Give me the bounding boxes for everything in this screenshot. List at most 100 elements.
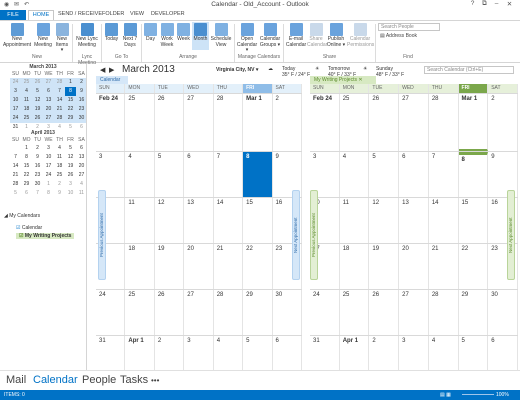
tab-writing-projects[interactable]: My Writing Projects ✕ — [310, 76, 376, 84]
day-cell[interactable]: 22 — [243, 244, 273, 289]
nav-people[interactable]: People — [82, 374, 116, 386]
day-cell[interactable]: 11 — [340, 198, 370, 243]
previous-appointment-tab[interactable]: Previous Appointment — [310, 190, 318, 280]
day-cell[interactable]: 21 — [214, 244, 244, 289]
mini-day[interactable]: 10 — [10, 96, 21, 105]
day-cell[interactable]: 14 — [214, 198, 244, 243]
my-calendars-group[interactable]: ◢ My Calendars — [4, 213, 40, 219]
mini-day[interactable]: 26 — [32, 114, 43, 123]
day-cell[interactable]: 20 — [184, 244, 214, 289]
day-cell[interactable]: 26 — [369, 94, 400, 151]
mini-day[interactable]: 14 — [54, 96, 65, 105]
mini-day[interactable]: 11 — [54, 153, 65, 162]
day-cell[interactable]: 8 — [458, 152, 489, 197]
mini-day[interactable]: 21 — [10, 171, 21, 180]
mini-day[interactable]: 6 — [21, 189, 32, 198]
day-cell[interactable]: 4 — [340, 152, 370, 197]
day-cell[interactable]: 5 — [155, 152, 185, 197]
previous-appointment-tab[interactable]: Previous Appointment — [98, 190, 106, 280]
day-cell[interactable]: 27 — [184, 290, 214, 335]
mini-day[interactable]: 9 — [54, 189, 65, 198]
day-cell[interactable]: 24 — [96, 290, 126, 335]
close-icon[interactable]: ✕ — [503, 0, 516, 9]
mini-day[interactable]: 8 — [43, 189, 54, 198]
mini-day[interactable]: 7 — [10, 153, 21, 162]
search-calendar-input[interactable]: Search Calendar (Ctrl+E) — [424, 66, 514, 74]
day-cell[interactable]: Mar 1 — [458, 94, 489, 151]
address-book-button[interactable]: ▤ Address Book — [380, 33, 417, 39]
day-cell[interactable]: 13 — [399, 198, 429, 243]
day-cell[interactable]: 12 — [369, 198, 400, 243]
mini-day[interactable]: 1 — [21, 144, 32, 153]
minimize-icon[interactable]: – — [490, 0, 503, 9]
day-cell[interactable]: 26 — [155, 290, 185, 335]
mini-day[interactable]: 10 — [65, 189, 76, 198]
day-cell[interactable]: 6 — [184, 152, 214, 197]
day-cell[interactable]: 18 — [125, 244, 155, 289]
mini-day[interactable]: 5 — [10, 189, 21, 198]
view-icons[interactable]: ▤ ▦ — [440, 392, 451, 398]
new-appointment-button[interactable]: New Appointment — [2, 23, 32, 48]
schedule-view-button[interactable]: Schedule View — [210, 23, 232, 48]
mini-day[interactable]: 8 — [65, 87, 76, 96]
mini-day[interactable]: 23 — [32, 171, 43, 180]
mini-day[interactable]: 8 — [21, 153, 32, 162]
next-appointment-tab[interactable]: Next Appointment — [292, 190, 300, 280]
mini-day[interactable]: 3 — [65, 180, 76, 189]
mini-day[interactable]: 22 — [21, 171, 32, 180]
day-cell[interactable]: Feb 24 — [96, 94, 126, 151]
day-cell[interactable]: 19 — [369, 244, 400, 289]
day-cell[interactable]: 7 — [429, 152, 459, 197]
day-cell[interactable]: 18 — [340, 244, 370, 289]
mini-day[interactable]: 24 — [43, 171, 54, 180]
day-cell[interactable]: 4 — [125, 152, 155, 197]
day-cell[interactable]: 28 — [429, 94, 459, 151]
mini-day[interactable]: 3 — [10, 87, 21, 96]
calendar-checkbox-item[interactable]: ☑ Calendar — [16, 225, 42, 231]
nav-mail[interactable]: Mail — [6, 374, 26, 386]
share-calendar-button[interactable]: Share Calendar — [307, 23, 327, 48]
close-icon[interactable]: ✕ — [358, 77, 362, 83]
day-cell[interactable]: 13 — [184, 198, 214, 243]
mini-day[interactable]: 27 — [43, 78, 54, 87]
mini-day[interactable]: 26 — [65, 171, 76, 180]
day-cell[interactable]: 5 — [369, 152, 400, 197]
mini-day[interactable]: 12 — [65, 153, 76, 162]
mini-day[interactable]: 19 — [32, 105, 43, 114]
tab-send-receive[interactable]: SEND / RECEIVE — [58, 11, 102, 17]
day-cell[interactable]: 27 — [399, 94, 429, 151]
day-cell[interactable]: 24 — [310, 290, 340, 335]
day-cell[interactable]: 26 — [369, 290, 400, 335]
mini-day[interactable]: 17 — [43, 162, 54, 171]
day-cell[interactable]: 20 — [399, 244, 429, 289]
day-cell[interactable]: 2 — [488, 94, 518, 151]
calendar-groups-button[interactable]: Calendar Groups ▾ — [258, 23, 282, 48]
day-cell[interactable]: 8 — [243, 152, 273, 197]
mini-day[interactable]: 25 — [54, 171, 65, 180]
mini-day[interactable] — [10, 144, 21, 153]
day-cell[interactable]: 26 — [155, 94, 185, 151]
next-appointment-tab[interactable]: Next Appointment — [507, 190, 515, 280]
day-cell[interactable]: 15 — [459, 198, 489, 243]
day-cell[interactable]: 2 — [273, 94, 302, 151]
tab-calendar[interactable]: Calendar — [96, 76, 128, 84]
month-view-button[interactable]: Month — [192, 22, 209, 50]
mini-day[interactable]: 5 — [65, 144, 76, 153]
day-cell[interactable]: 12 — [155, 198, 185, 243]
mini-day[interactable]: 28 — [10, 180, 21, 189]
open-calendar-button[interactable]: Open Calendar ▾ — [236, 23, 258, 54]
mini-day[interactable]: 29 — [21, 180, 32, 189]
forward-icon[interactable]: ▶ — [109, 66, 114, 74]
nav-tasks[interactable]: Tasks — [120, 374, 148, 386]
mini-day[interactable]: 14 — [10, 162, 21, 171]
day-cell[interactable]: 21 — [429, 244, 459, 289]
mini-day[interactable]: 13 — [43, 96, 54, 105]
day-cell[interactable]: 28 — [429, 290, 459, 335]
mini-day[interactable]: 28 — [54, 78, 65, 87]
mini-day[interactable]: 5 — [32, 87, 43, 96]
location-dropdown[interactable]: Virginia City, NV ▾ — [216, 67, 258, 73]
mini-day[interactable]: 7 — [54, 87, 65, 96]
next-7-days-button[interactable]: Next 7 Days — [120, 23, 140, 48]
search-people-input[interactable]: Search People — [378, 23, 440, 31]
tab-developer[interactable]: DEVELOPER — [151, 11, 185, 17]
